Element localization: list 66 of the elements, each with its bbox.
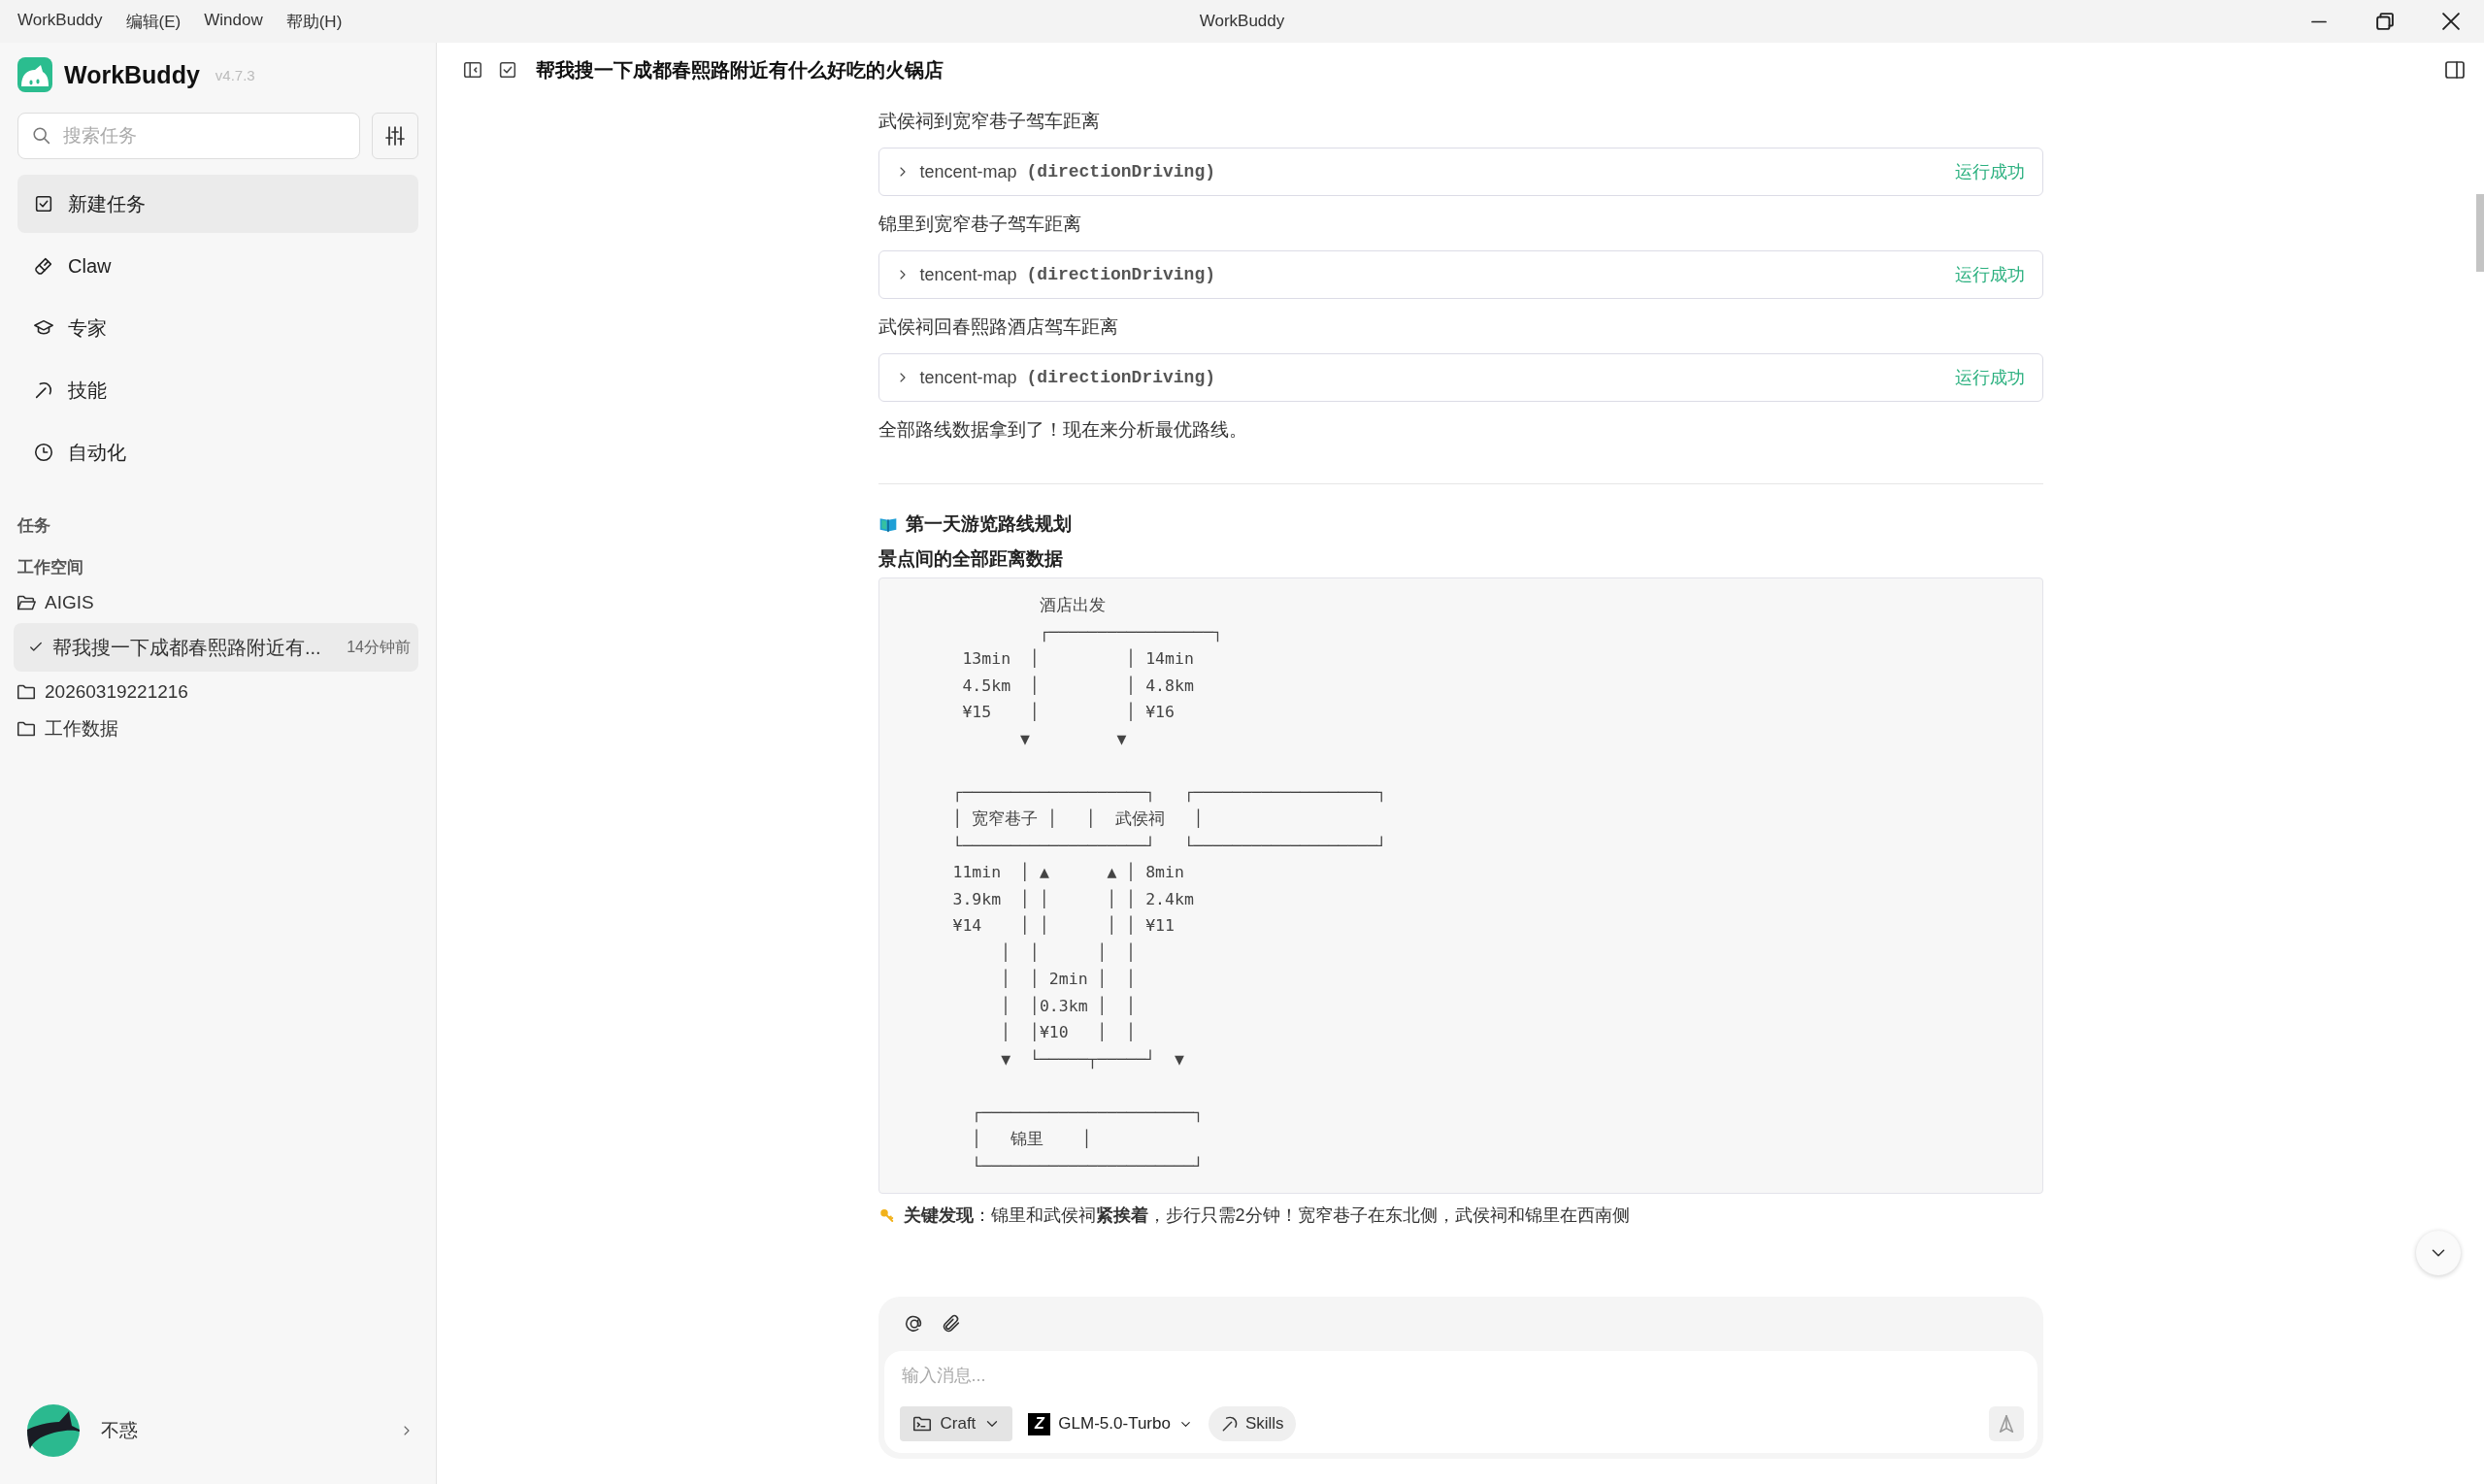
task-item[interactable]: 帮我搜一下成都春熙路附近有... 14分钟前 <box>14 623 418 672</box>
scrollbar-thumb[interactable] <box>2476 194 2484 272</box>
status-label: 运行成功 <box>1954 161 2025 183</box>
status-label: 运行成功 <box>1954 264 2025 286</box>
nav-item[interactable]: 专家 <box>17 299 418 357</box>
ascii-diagram: 酒店出发 ┌─────────────────┐ 13min │ │ 14min 4.5km │ │ 4.8km ¥15 │ │ ¥16 ▼ ▼ ┌───────────────────┐ ┌───────────────────┐ │ 宽窄巷子 │ │ 武侯祠 │ └───────────────────┘ └───────────────────┘ 11min │ ▲ ▲ │ 8min 3.9km │ │ │ │ 2.4km ¥14 │ │ │ │ ¥11 │ │ │ │ │ │ 2min │ │ │ │0.3km │ │ │ │¥10 │ │ ▼ └─────┬─────┘ ▼ ┌──────────────────────┐ │ 锦里 │ └──────────────────────┘ <box>878 577 2043 1194</box>
tool-method: (directionDriving) <box>1026 368 1215 387</box>
folder-item[interactable]: AIGIS <box>14 584 418 621</box>
mode-dropdown[interactable]: Craft <box>899 1406 1013 1441</box>
tool-name: tencent-map <box>919 161 1017 182</box>
nav-item[interactable]: 技能 <box>17 361 418 419</box>
tool-name: tencent-map <box>919 264 1017 285</box>
menu-item[interactable]: 帮助(H) <box>285 10 343 33</box>
app-logo <box>17 57 52 92</box>
folder-item[interactable]: 20260319221216 <box>14 674 418 710</box>
pickaxe-icon <box>33 379 54 401</box>
model-logo: Z <box>1028 1412 1051 1435</box>
chat-title: 帮我搜一下成都春熙路附近有什么好吃的火锅店 <box>536 57 944 82</box>
menu-item[interactable]: Window <box>204 10 263 33</box>
tool-method: (directionDriving) <box>1026 265 1215 284</box>
user-name: 不惑 <box>101 1419 138 1442</box>
message-input[interactable]: 输入消息... <box>899 1365 2024 1387</box>
menu-item[interactable]: 编辑(E) <box>125 10 182 33</box>
version-label: v4.7.3 <box>215 66 255 83</box>
tool-method: (directionDriving) <box>1026 162 1215 181</box>
tool-call-row[interactable]: tencent-map (directionDriving) 运行成功 <box>878 250 2043 299</box>
brush-icon <box>33 255 54 277</box>
skills-button[interactable]: Skills <box>1208 1406 1296 1441</box>
sliders-icon <box>383 124 407 148</box>
key-finding-text: 关键发现：锦里和武侯祠紧挨着，步行只需2分钟！宽窄巷子在东北侧，武侯祠和锦里在西南侧 <box>903 1204 1630 1227</box>
filter-button[interactable] <box>372 113 418 159</box>
tool-call-row[interactable]: tencent-map (directionDriving) 运行成功 <box>878 148 2043 196</box>
message-text: 武侯祠到宽窄巷子驾车距离 <box>878 110 1101 133</box>
nav-item[interactable]: 自动化 <box>17 423 418 481</box>
nav-item[interactable]: Claw <box>17 237 418 295</box>
minimize-icon <box>2310 19 2328 23</box>
menu-item[interactable]: WorkBuddy <box>17 10 103 33</box>
tool-name: tencent-map <box>919 367 1017 388</box>
section-heading: 工作空间 <box>17 557 84 578</box>
restore-icon <box>2376 13 2394 30</box>
task-title: 帮我搜一下成都春熙路附近有... <box>52 635 321 660</box>
new-task-icon <box>33 193 54 214</box>
folder-item[interactable]: 工作数据 <box>14 710 418 747</box>
subsection-title: 景点间的全部距离数据 <box>878 547 1064 571</box>
clock-icon <box>33 442 54 463</box>
tool-call-row[interactable]: tencent-map (directionDriving) 运行成功 <box>878 353 2043 402</box>
avatar-icon <box>27 1404 80 1457</box>
status-label: 运行成功 <box>1954 367 2025 389</box>
sidebar-toggle-icon[interactable] <box>462 59 483 81</box>
key-icon <box>878 1206 896 1224</box>
model-dropdown[interactable]: Z GLM-5.0-Turbo <box>1024 1406 1197 1441</box>
close-icon <box>2442 13 2460 30</box>
message-text: 全部路线数据拿到了！现在来分析最优路线。 <box>878 418 1248 442</box>
send-button[interactable] <box>1988 1406 2024 1441</box>
search-field[interactable]: 搜索任务 <box>17 113 360 159</box>
message-text: 武侯祠回春熙路酒店驾车距离 <box>878 315 1119 339</box>
search-icon <box>31 125 52 147</box>
app-name: WorkBuddy <box>64 60 200 89</box>
side-panel-icon[interactable] <box>2443 58 2467 82</box>
message-text: 锦里到宽窄巷子驾车距离 <box>878 213 1082 236</box>
section-heading: 任务 <box>16 515 51 537</box>
nav-item[interactable]: 新建任务 <box>17 175 418 233</box>
task-time: 14分钟前 <box>347 637 411 657</box>
section-title: 第一天游览路线规划 <box>905 512 1072 536</box>
window-title: WorkBuddy <box>1199 12 1285 30</box>
new-task-icon[interactable] <box>497 59 518 81</box>
